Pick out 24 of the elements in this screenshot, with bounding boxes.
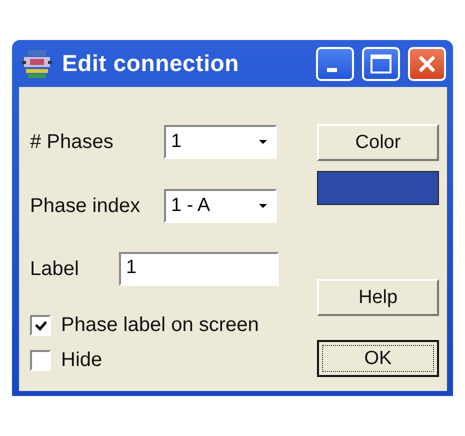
dropdown-arrow-icon bbox=[257, 138, 269, 146]
minimize-button[interactable] bbox=[316, 46, 354, 80]
checkbox[interactable] bbox=[30, 315, 51, 336]
minimize-icon bbox=[327, 68, 337, 72]
close-button[interactable] bbox=[408, 46, 446, 80]
field-label: Label bbox=[30, 258, 80, 280]
help-button[interactable]: Help bbox=[317, 279, 439, 316]
dropdown-arrow-icon bbox=[257, 202, 269, 210]
color-button[interactable]: Color bbox=[317, 124, 439, 161]
input-field[interactable]: 1 bbox=[119, 252, 279, 286]
checkbox[interactable] bbox=[30, 350, 51, 371]
maximize-button[interactable] bbox=[362, 46, 400, 80]
close-icon bbox=[417, 54, 437, 74]
dropdown[interactable]: 1 - A bbox=[164, 189, 277, 223]
checkbox-label: Phase label on screen bbox=[61, 314, 259, 337]
field-label: Phase index bbox=[30, 194, 142, 218]
checkmark-icon bbox=[34, 320, 48, 332]
field-label: # Phases bbox=[30, 130, 114, 154]
window-title: Edit connection bbox=[62, 50, 240, 77]
checkbox-label: Hide bbox=[61, 349, 102, 372]
ok-button[interactable]: OK bbox=[317, 340, 439, 377]
dropdown[interactable]: 1 bbox=[164, 125, 277, 159]
maximize-icon bbox=[370, 54, 392, 74]
app-icon bbox=[22, 48, 52, 80]
